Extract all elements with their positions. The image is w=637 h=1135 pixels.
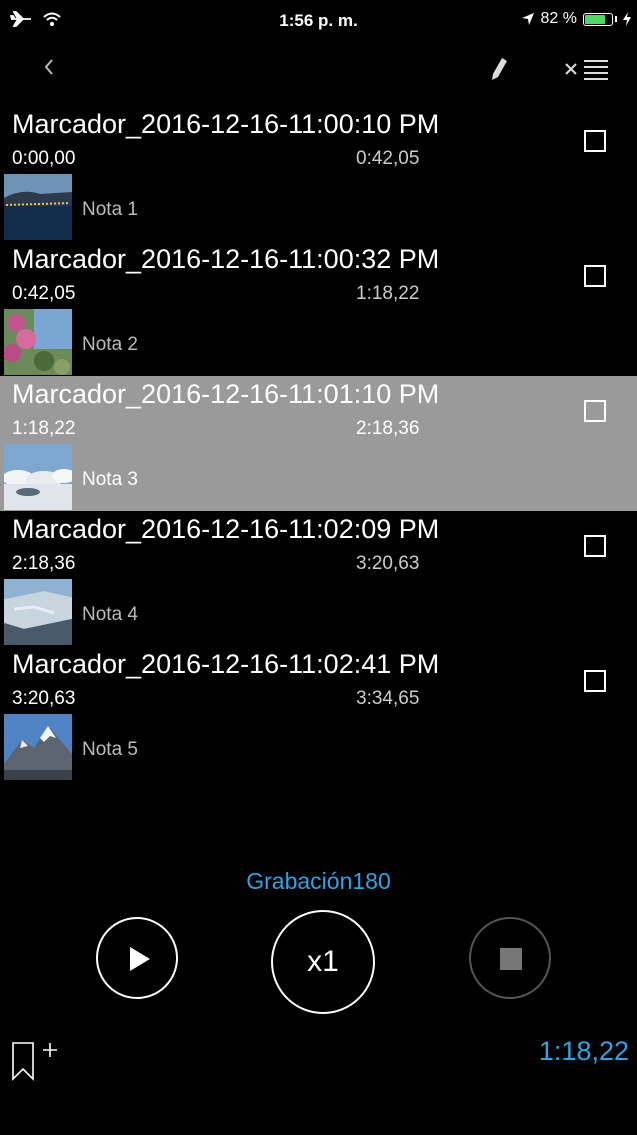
marker-start-time: 2:18,36 — [12, 553, 76, 574]
marker-title: Marcador_2016-12-16-11:01:10 PM — [12, 379, 440, 409]
recording-name: Grabación180 — [246, 868, 391, 894]
glacier-image — [4, 579, 72, 645]
marker-thumbnail[interactable] — [4, 714, 72, 780]
marker-note: Nota 4 — [82, 604, 138, 625]
marker-note: Nota 1 — [82, 199, 138, 220]
battery-percent: 82 % — [540, 10, 577, 27]
marker-start-time: 1:18,22 — [12, 418, 76, 439]
marker-row[interactable]: Marcador_2016-12-16-11:02:09 PM 2:18,36 … — [0, 511, 637, 646]
pencil-icon — [492, 58, 507, 80]
battery-icon — [583, 12, 613, 26]
marker-checkbox[interactable] — [584, 130, 606, 152]
marker-checkbox[interactable] — [584, 265, 606, 287]
clear-list-icon — [565, 60, 608, 80]
marker-checkbox[interactable] — [584, 400, 606, 422]
marker-end-time: 3:20,63 — [356, 553, 420, 574]
marker-title: Marcador_2016-12-16-11:00:10 PM — [12, 109, 440, 139]
marker-end-time: 1:18,22 — [356, 283, 420, 304]
status-bar: 1:56 p. m. 82 % — [0, 0, 637, 40]
stop-button[interactable] — [469, 917, 551, 999]
marker-title: Marcador_2016-12-16-11:02:41 PM — [12, 649, 440, 679]
marker-row[interactable]: Marcador_2016-12-16-11:00:10 PM 0:00,00 … — [0, 106, 637, 241]
play-button[interactable] — [96, 917, 178, 999]
marker-start-time: 0:00,00 — [12, 148, 76, 169]
marker-title: Marcador_2016-12-16-11:02:09 PM — [12, 514, 440, 544]
marker-end-time: 3:34,65 — [356, 688, 420, 709]
marker-row[interactable]: Marcador_2016-12-16-11:00:32 PM 0:42,05 … — [0, 241, 637, 376]
marker-start-time: 3:20,63 — [12, 688, 76, 709]
speed-label: x1 — [307, 945, 339, 978]
marker-note: Nota 2 — [82, 334, 138, 355]
marker-checkbox[interactable] — [584, 535, 606, 557]
current-time: 1:18,22 — [538, 1036, 629, 1066]
stop-icon — [500, 948, 522, 970]
play-icon — [130, 947, 150, 971]
marker-end-time: 0:42,05 — [356, 148, 420, 169]
chevron-left-icon — [44, 59, 53, 75]
marker-note: Nota 5 — [82, 739, 138, 760]
marker-thumbnail[interactable] — [4, 579, 72, 645]
back-button[interactable] — [40, 54, 70, 84]
bookmark-add-icon — [12, 1042, 57, 1081]
speed-button[interactable]: x1 — [271, 910, 375, 1014]
marker-end-time: 2:18,36 — [356, 418, 420, 439]
marker-title: Marcador_2016-12-16-11:00:32 PM — [12, 244, 440, 274]
marker-checkbox[interactable] — [584, 670, 606, 692]
mountain-image — [4, 714, 72, 780]
charging-icon — [623, 12, 631, 26]
marker-list: Marcador_2016-12-16-11:00:10 PM 0:00,00 … — [0, 106, 637, 781]
add-marker-button[interactable] — [10, 1040, 60, 1082]
marker-thumbnail[interactable] — [4, 309, 72, 375]
nav-bar — [0, 40, 637, 100]
marker-note: Nota 3 — [82, 469, 138, 490]
night-coast-image — [4, 174, 72, 240]
marker-row[interactable]: Marcador_2016-12-16-11:02:41 PM 3:20,63 … — [0, 646, 637, 781]
marker-row-selected[interactable]: Marcador_2016-12-16-11:01:10 PM 1:18,22 … — [0, 376, 637, 511]
location-arrow-icon — [521, 13, 534, 25]
flowers-image — [4, 309, 72, 375]
marker-thumbnail[interactable] — [4, 444, 72, 510]
edit-button[interactable] — [488, 56, 514, 82]
marker-start-time: 0:42,05 — [12, 283, 76, 304]
battery-level — [585, 14, 605, 24]
marker-thumbnail[interactable] — [4, 174, 72, 240]
clear-list-button[interactable] — [562, 56, 614, 86]
clouds-image — [4, 444, 72, 510]
